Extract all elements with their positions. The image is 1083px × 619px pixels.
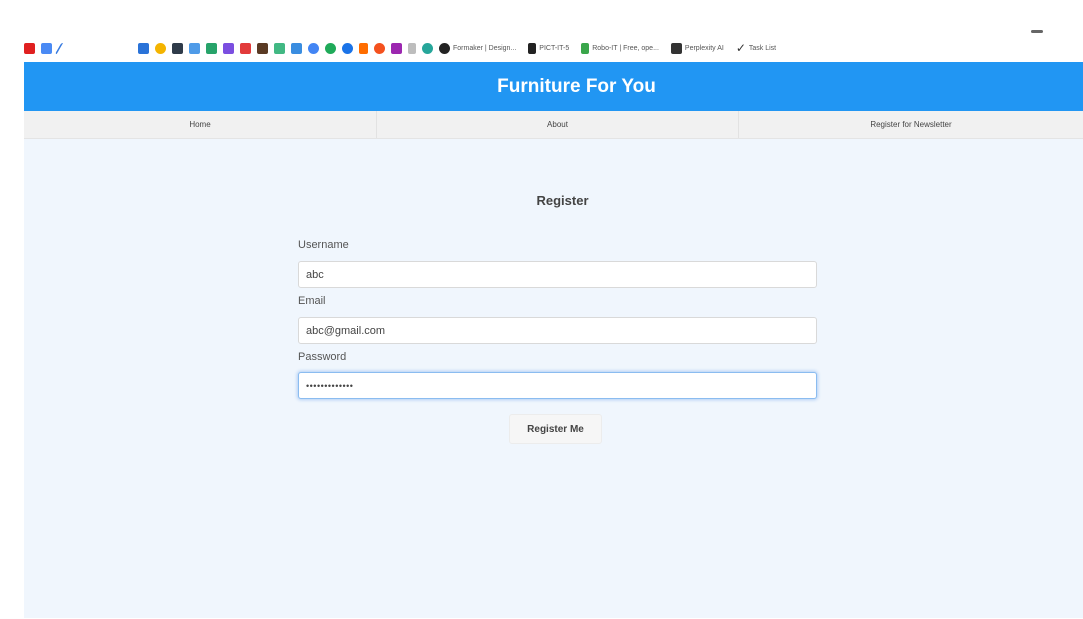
green-app-icon[interactable] bbox=[325, 42, 336, 54]
orange-circle-icon[interactable] bbox=[374, 42, 385, 54]
bookmark-robo[interactable]: Robo-IT | Free, ope... bbox=[581, 42, 665, 54]
nav-about[interactable]: About bbox=[377, 111, 739, 138]
bookmark-label: PICT-IT-5 bbox=[539, 44, 570, 52]
m-icon[interactable] bbox=[408, 42, 416, 54]
link-icon[interactable] bbox=[189, 42, 200, 54]
nav-register-newsletter[interactable]: Register for Newsletter bbox=[739, 111, 1083, 138]
shield-icon[interactable] bbox=[206, 42, 217, 54]
dark-app-icon[interactable] bbox=[172, 42, 183, 54]
email-input[interactable] bbox=[298, 317, 817, 344]
list-icon[interactable] bbox=[291, 42, 302, 54]
vue-icon[interactable] bbox=[274, 42, 285, 54]
globe-icon[interactable] bbox=[308, 42, 319, 54]
password-input[interactable] bbox=[298, 372, 817, 399]
bookmark-perplexity[interactable]: Perplexity AI bbox=[670, 42, 730, 54]
red-app-icon[interactable] bbox=[240, 42, 251, 54]
email-label: Email bbox=[298, 295, 326, 307]
bookmark-label: Formaker | Design... bbox=[453, 44, 517, 52]
username-input[interactable] bbox=[298, 261, 817, 288]
medium-icon[interactable] bbox=[391, 42, 402, 54]
page: Furniture For You Home About Register fo… bbox=[24, 62, 1083, 618]
nav-home[interactable]: Home bbox=[24, 111, 377, 138]
youtube-icon[interactable] bbox=[24, 42, 35, 54]
form-title: Register bbox=[536, 193, 589, 208]
perplexity-icon bbox=[670, 42, 682, 54]
search-app-icon[interactable] bbox=[422, 42, 433, 54]
navbar: Home About Register for Newsletter bbox=[24, 111, 1083, 139]
blue-circle-icon[interactable] bbox=[342, 42, 353, 54]
site-header: Furniture For You bbox=[24, 62, 1083, 111]
site-title: Furniture For You bbox=[497, 75, 656, 97]
y-icon[interactable] bbox=[359, 42, 368, 54]
bookmark-pict[interactable]: PICT-IT-5 bbox=[528, 42, 575, 54]
robot-icon bbox=[581, 42, 590, 54]
bookmark-label: Perplexity AI bbox=[684, 44, 724, 52]
bookmark-formaker[interactable]: Formaker | Design... bbox=[439, 42, 522, 54]
docs-icon[interactable] bbox=[41, 42, 52, 54]
pen-icon[interactable] bbox=[54, 42, 70, 54]
username-label: Username bbox=[298, 239, 349, 251]
register-button[interactable]: Register Me bbox=[509, 414, 602, 444]
password-label: Password bbox=[298, 351, 347, 363]
formaker-icon bbox=[439, 42, 450, 54]
purple-app-icon[interactable] bbox=[223, 42, 234, 54]
bookmarks-bar: Formaker | Design... PICT-IT-5 Robo-IT |… bbox=[0, 0, 1083, 62]
calendar-icon[interactable] bbox=[138, 42, 149, 54]
bookmark-task-list[interactable]: ✓ Task List bbox=[735, 40, 782, 55]
brown-app-icon[interactable] bbox=[257, 42, 268, 54]
document-icon bbox=[528, 42, 537, 54]
bookmark-label: Robo-IT | Free, ope... bbox=[592, 44, 659, 52]
bookmark-label: Task List bbox=[748, 44, 777, 52]
checkmark-icon: ✓ bbox=[735, 40, 746, 55]
bookmarks-row: Formaker | Design... PICT-IT-5 Robo-IT |… bbox=[24, 40, 782, 56]
star-icon[interactable] bbox=[155, 42, 166, 54]
menu-icon[interactable] bbox=[1031, 30, 1043, 33]
